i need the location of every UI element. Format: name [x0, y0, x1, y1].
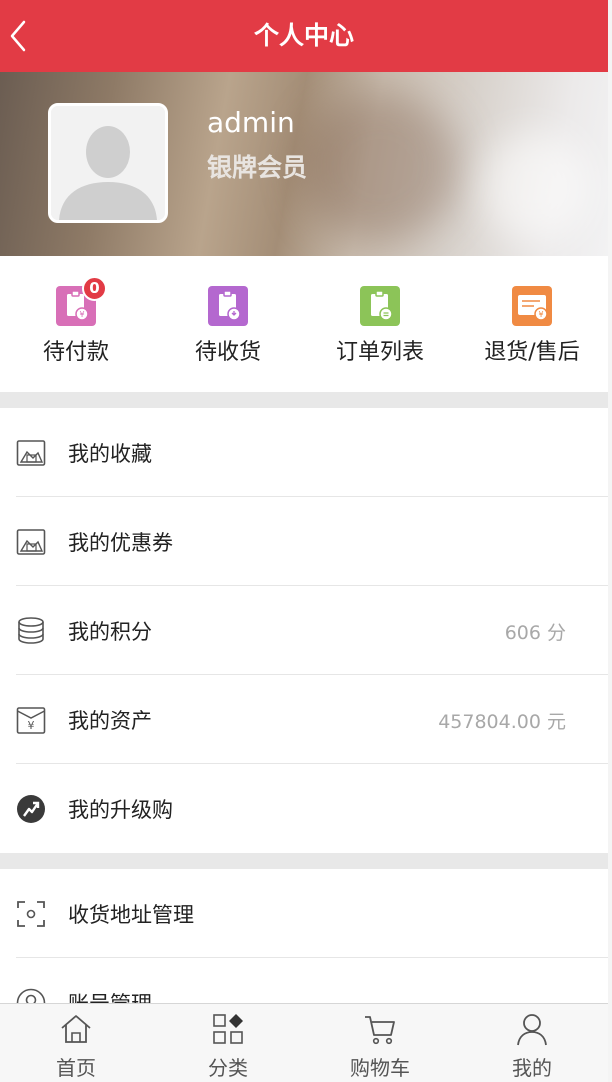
category-icon [211, 1012, 245, 1046]
address-scan-icon [16, 899, 46, 929]
menu-label: 我的积分 [68, 620, 152, 644]
banner-blur-shape [480, 132, 590, 242]
order-list[interactable]: 订单列表 [304, 256, 456, 392]
tab-mine[interactable]: 我的 [456, 1004, 608, 1082]
menu-item-address[interactable]: 收货地址管理 [0, 869, 608, 958]
member-level: 银牌会员 [207, 153, 308, 182]
pending-receipt-icon [208, 286, 248, 326]
wallet-yen-icon: ¥ [16, 705, 46, 735]
tab-label: 我的 [512, 1056, 552, 1080]
menu-item-favorites[interactable]: 我的收藏 [0, 408, 608, 497]
banner-blur-shape [300, 92, 460, 242]
tab-label: 首页 [56, 1056, 96, 1080]
bottom-tab-bar: 首页 分类 购物车 我的 [0, 1003, 608, 1082]
order-shortcuts: ¥ 0 待付款 待收货 订单列表 ¥ 退货/售后 [0, 256, 608, 392]
menu-label: 我的资产 [68, 709, 152, 733]
menu-label: 我的收藏 [68, 442, 152, 466]
order-list-icon [360, 286, 400, 326]
tab-label: 分类 [208, 1056, 248, 1080]
tab-home[interactable]: 首页 [0, 1004, 152, 1082]
return-service-icon: ¥ [512, 286, 552, 326]
avatar[interactable] [48, 103, 168, 223]
tab-label: 购物车 [350, 1056, 410, 1080]
order-label: 待付款 [42, 340, 109, 365]
order-pending-receipt[interactable]: 待收货 [152, 256, 304, 392]
user-icon [515, 1012, 549, 1046]
menu-item-coupons[interactable]: 我的优惠券 [0, 497, 608, 586]
order-label: 订单列表 [335, 340, 424, 365]
unpaid-count-badge: 0 [82, 276, 107, 301]
svg-text:¥: ¥ [79, 310, 84, 319]
svg-text:¥: ¥ [538, 310, 543, 319]
default-avatar-icon [51, 106, 165, 220]
menu-item-assets[interactable]: ¥ 我的资产 457804.00 元 [0, 675, 608, 764]
picture-icon [16, 438, 46, 468]
menu-item-points[interactable]: 我的积分 606 分 [0, 586, 608, 675]
tab-category[interactable]: 分类 [152, 1004, 304, 1082]
order-label: 退货/售后 [484, 340, 580, 365]
home-icon [59, 1012, 93, 1046]
menu-label: 我的升级购 [68, 798, 173, 822]
coins-stack-icon [16, 616, 46, 646]
order-return-service[interactable]: ¥ 退货/售后 [456, 256, 608, 392]
section-divider [0, 853, 608, 869]
top-bar: 个人中心 [0, 0, 608, 72]
picture-icon [16, 527, 46, 557]
assets-value: 457804.00 元 [438, 711, 566, 733]
page-scrollbar[interactable] [608, 0, 612, 1082]
menu-label: 收货地址管理 [68, 903, 194, 927]
menu-item-upgrade[interactable]: 我的升级购 [0, 764, 608, 853]
section-divider [0, 392, 608, 408]
order-pending-payment[interactable]: ¥ 0 待付款 [0, 256, 152, 392]
tab-cart[interactable]: 购物车 [304, 1004, 456, 1082]
order-label: 待收货 [194, 340, 261, 365]
username: admin [207, 106, 295, 139]
cart-icon [363, 1012, 397, 1046]
points-value: 606 分 [504, 622, 566, 644]
page-title: 个人中心 [253, 21, 354, 50]
svg-text:¥: ¥ [28, 719, 35, 732]
menu-label: 我的优惠券 [68, 531, 173, 555]
upgrade-icon [16, 794, 46, 824]
